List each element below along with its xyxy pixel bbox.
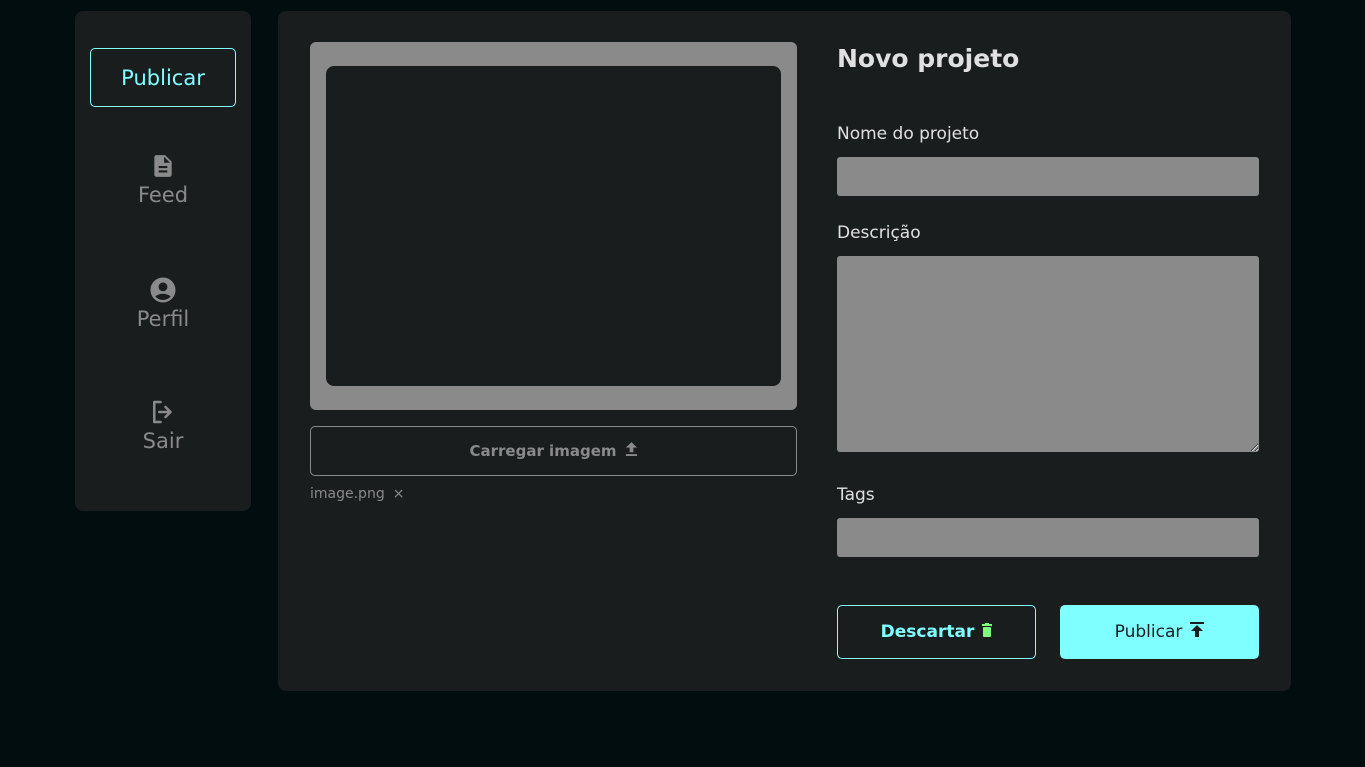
description-textarea[interactable] <box>837 256 1259 452</box>
sidebar-item-sair[interactable]: Sair <box>75 397 251 453</box>
publish-label: Publicar <box>1114 622 1183 642</box>
tags-input[interactable] <box>837 518 1259 557</box>
publish-button[interactable]: Publicar <box>1060 605 1259 659</box>
sidebar-item-label: Perfil <box>136 307 190 331</box>
project-name-label: Nome do projeto <box>837 124 980 144</box>
logout-icon <box>148 397 178 427</box>
sidebar-publish-label: Publicar <box>121 65 205 90</box>
tags-label: Tags <box>837 485 875 505</box>
document-icon <box>148 151 178 181</box>
image-preview-frame <box>310 42 797 410</box>
upload-image-label: Carregar imagem <box>469 442 617 460</box>
upload-icon <box>625 441 638 461</box>
sidebar: Publicar Feed Perfil Sair <box>75 11 251 511</box>
description-label: Descrição <box>837 223 921 243</box>
remove-file-icon[interactable]: × <box>393 486 405 502</box>
account-circle-icon <box>148 275 178 305</box>
trash-icon <box>982 622 993 642</box>
discard-label: Descartar <box>880 622 975 642</box>
sidebar-item-perfil[interactable]: Perfil <box>75 275 251 331</box>
project-name-input[interactable] <box>837 157 1259 196</box>
sidebar-item-feed[interactable]: Feed <box>75 151 251 207</box>
image-preview <box>326 66 781 386</box>
sidebar-publish-button[interactable]: Publicar <box>90 48 236 107</box>
uploaded-file-name: image.png <box>310 486 385 502</box>
sidebar-item-label: Feed <box>137 183 189 207</box>
publish-icon <box>1190 622 1205 642</box>
uploaded-file-chip: image.png × <box>310 486 404 502</box>
upload-image-button[interactable]: Carregar imagem <box>310 426 797 476</box>
discard-button[interactable]: Descartar <box>837 605 1036 659</box>
page-title: Novo projeto <box>837 44 1020 73</box>
sidebar-item-label: Sair <box>142 429 184 453</box>
new-project-panel: Carregar imagem image.png × Novo projeto… <box>278 11 1291 691</box>
